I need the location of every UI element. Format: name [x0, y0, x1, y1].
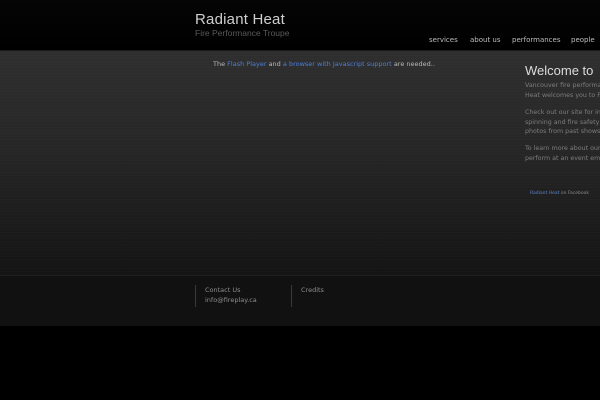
flash-notice: The Flash Player and a browser with Java…: [213, 60, 435, 68]
welcome-line: Heat welcomes you to F: [525, 91, 600, 99]
nav-item-people[interactable]: people: [571, 36, 595, 44]
flash-notice-prefix: The: [213, 60, 226, 68]
nav-item-about-us[interactable]: about us: [470, 36, 501, 44]
site-footer: Contact Us info@fireplay.ca Credits: [0, 275, 600, 326]
welcome-line: To learn more about our: [525, 145, 600, 152]
welcome-line: Vancouver fire performa: [525, 82, 600, 89]
nav-item-performances[interactable]: performances: [512, 36, 560, 44]
welcome-paragraph-2: Check out our site for in spinning and f…: [525, 108, 600, 137]
contact-email-link[interactable]: info@fireplay.ca: [205, 295, 257, 305]
welcome-paragraph-1: Vancouver fire performa Heat welcomes yo…: [525, 81, 600, 100]
footer-credits: Credits: [291, 285, 324, 307]
footer-contact: Contact Us info@fireplay.ca: [195, 285, 257, 307]
site-title[interactable]: Radiant Heat: [195, 11, 285, 28]
facebook-page-link[interactable]: Radiant Heat: [530, 191, 559, 196]
welcome-line: spinning and fire safety,: [525, 118, 600, 126]
javascript-browser-link[interactable]: a browser with Javascript support: [283, 60, 392, 68]
facebook-suffix: on Facebook: [560, 191, 589, 196]
welcome-line: perform at an event ema: [525, 154, 600, 162]
page: Radiant Heat Fire Performance Troupe ser…: [0, 0, 600, 400]
site-header: Radiant Heat Fire Performance Troupe ser…: [0, 0, 600, 51]
welcome-paragraph-3: To learn more about our perform at an ev…: [525, 144, 600, 163]
main-nav: services about us performances people: [0, 36, 600, 48]
main-content: The Flash Player and a browser with Java…: [0, 51, 600, 275]
footer-contact-heading: Contact Us: [205, 286, 241, 294]
flash-notice-middle: and: [268, 60, 281, 68]
welcome-title: Welcome to: [525, 63, 594, 78]
footer-credits-link[interactable]: Credits: [301, 285, 324, 295]
welcome-line: photos from past shows: [525, 128, 600, 135]
welcome-line: Check out our site for in: [525, 109, 600, 116]
facebook-widget: Radiant Heat on Facebook: [530, 191, 589, 196]
flash-player-link[interactable]: Flash Player: [227, 60, 266, 68]
page-bottom: [0, 326, 600, 400]
nav-item-services[interactable]: services: [429, 36, 458, 44]
flash-notice-suffix: are needed..: [393, 60, 435, 68]
